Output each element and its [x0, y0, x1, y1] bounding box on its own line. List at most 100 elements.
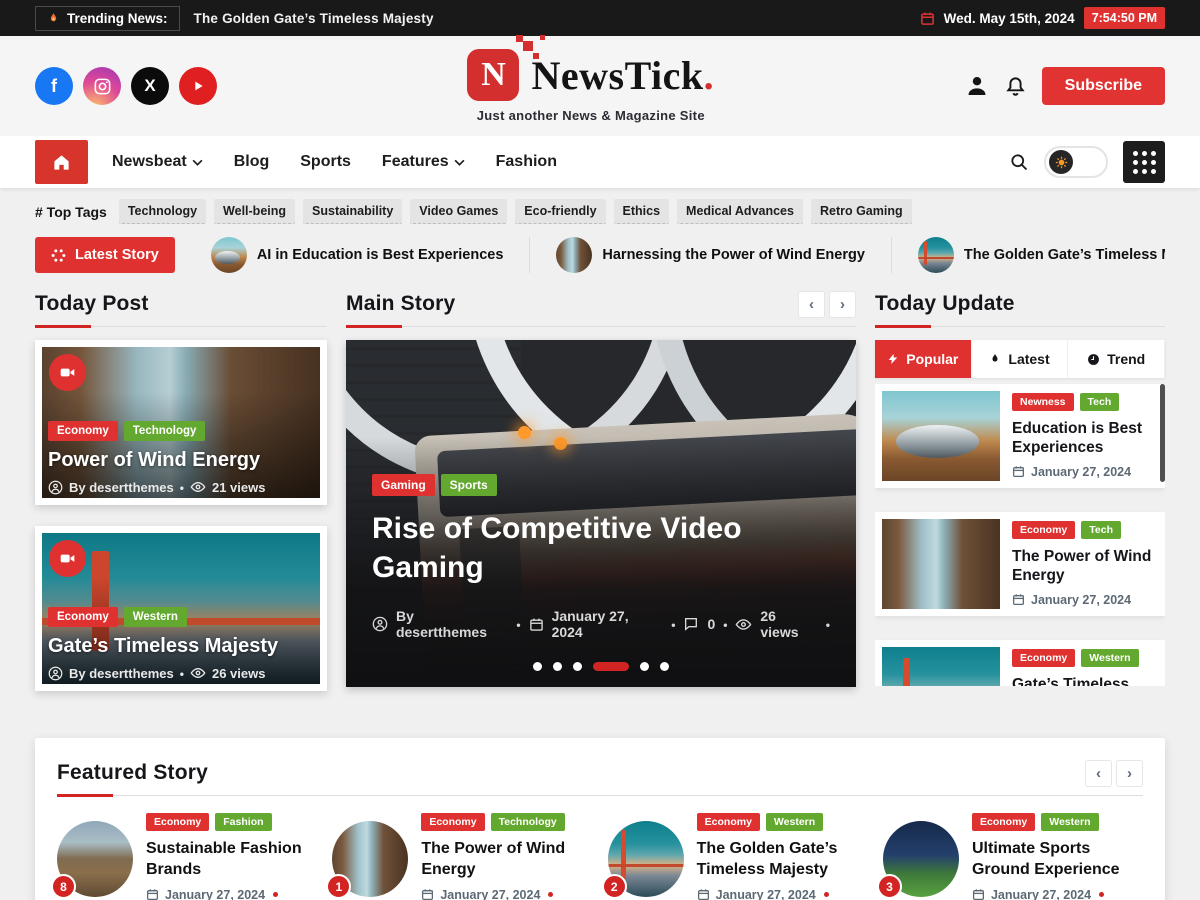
author-icon — [48, 666, 63, 681]
nav-item-blog[interactable]: Blog — [234, 153, 270, 171]
nav-item-features[interactable]: Features — [382, 153, 465, 171]
carousel-dot-active[interactable] — [593, 662, 629, 671]
nav-item-fashion[interactable]: Fashion — [496, 153, 557, 171]
category-tag[interactable]: Tech — [1080, 393, 1120, 411]
update-card-3[interactable]: Economy Western Gate’s Timeless — [875, 640, 1165, 686]
tag-chip[interactable]: Sustainability — [303, 199, 402, 224]
search-icon[interactable] — [1009, 152, 1029, 172]
category-tag[interactable]: Economy — [697, 813, 760, 831]
category-tag[interactable]: Western — [766, 813, 823, 831]
x-twitter-icon[interactable]: X — [131, 67, 169, 105]
category-tag[interactable]: Western — [1081, 649, 1138, 667]
story-thumbnail — [882, 391, 1000, 481]
featured-item-1[interactable]: 8 Economy Fashion Sustainable Fashion Br… — [57, 813, 317, 900]
featured-story-section: Featured Story 8 Economy Fashion Sustain… — [35, 738, 1165, 900]
carousel-dot[interactable] — [640, 662, 649, 671]
carousel-dot[interactable] — [660, 662, 669, 671]
category-tag[interactable]: Newness — [1012, 393, 1074, 411]
heading-underline — [35, 325, 327, 328]
category-tag[interactable]: Sports — [441, 474, 497, 496]
update-card-1[interactable]: Newness Tech Education is Best Experienc… — [875, 384, 1165, 488]
nav-item-newsbeat[interactable]: Newsbeat — [112, 153, 203, 171]
carousel-next-button[interactable] — [829, 291, 856, 318]
notification-bell-icon[interactable] — [1004, 75, 1027, 98]
carousel-dot[interactable] — [553, 662, 562, 671]
apps-grid-icon[interactable] — [1123, 141, 1165, 183]
latest-story-button[interactable]: Latest Story — [35, 237, 175, 273]
category-tag[interactable]: Tech — [1081, 521, 1121, 539]
category-tag[interactable]: Economy — [146, 813, 209, 831]
tag-chip[interactable]: Technology — [119, 199, 206, 224]
category-tag[interactable]: Western — [1041, 813, 1098, 831]
user-account-icon[interactable] — [965, 74, 989, 98]
story-title[interactable]: Gate’s Timeless — [1012, 675, 1139, 686]
tab-popular[interactable]: Popular — [875, 340, 972, 378]
featured-prev-button[interactable] — [1085, 760, 1112, 787]
featured-next-button[interactable] — [1116, 760, 1143, 787]
youtube-icon[interactable] — [179, 67, 217, 105]
topbar-clock: 7:54:50 PM — [1084, 7, 1165, 29]
views-eye-icon — [735, 616, 752, 633]
category-tag[interactable]: Technology — [491, 813, 565, 831]
category-tag[interactable]: Gaming — [372, 474, 435, 496]
facebook-icon[interactable]: f — [35, 67, 73, 105]
tag-chip[interactable]: Ethics — [614, 199, 670, 224]
story-meta: By desertthemes 21 views — [48, 479, 314, 495]
publish-date: January 27, 2024 — [165, 888, 265, 900]
category-tag[interactable]: Economy — [972, 813, 1035, 831]
trending-headline[interactable]: The Golden Gate’s Timeless Majesty — [194, 11, 434, 26]
category-tag[interactable]: Fashion — [215, 813, 271, 831]
tag-chip[interactable]: Video Games — [410, 199, 507, 224]
story-title[interactable]: Ultimate Sports Ground Experience — [972, 839, 1143, 881]
today-post-card-1[interactable]: Economy Technology Power of Wind Energy … — [35, 340, 327, 505]
story-title[interactable]: The Power of Wind Energy — [1012, 547, 1158, 586]
instagram-icon[interactable] — [83, 67, 121, 105]
nav-item-sports[interactable]: Sports — [300, 153, 351, 171]
story-title[interactable]: Sustainable Fashion Brands — [146, 839, 317, 881]
scrollbar-thumb[interactable] — [1160, 384, 1165, 482]
featured-item-4[interactable]: 3 Economy Western Ultimate Sports Ground… — [883, 813, 1143, 900]
story-title[interactable]: Gate’s Timeless Majesty — [48, 635, 314, 658]
calendar-icon — [972, 888, 985, 900]
main-story-title[interactable]: Rise of Competitive Video Gaming — [372, 509, 812, 588]
main-story-meta: By desertthemes January 27, 2024 0 26 vi… — [372, 608, 830, 640]
main-story-heading: Main Story — [346, 292, 455, 316]
update-card-2[interactable]: Economy Tech The Power of Wind Energy Ja… — [875, 512, 1165, 616]
today-post-card-2[interactable]: Economy Western Gate’s Timeless Majesty … — [35, 526, 327, 691]
tab-latest[interactable]: Latest — [972, 340, 1069, 378]
ticker-thumbnail — [211, 237, 247, 273]
featured-item-2[interactable]: 1 Economy Technology The Power of Wind E… — [332, 813, 592, 900]
publish-date-row: January 27, 2024 — [421, 888, 592, 900]
category-tag[interactable]: Economy — [421, 813, 484, 831]
main-navigation: Newsbeat Blog Sports Features Fashion — [0, 136, 1200, 188]
story-title[interactable]: Education is Best Experiences — [1012, 419, 1158, 458]
category-tag[interactable]: Western — [124, 607, 187, 627]
carousel-prev-button[interactable] — [798, 291, 825, 318]
tag-chip[interactable]: Retro Gaming — [811, 199, 912, 224]
category-tag[interactable]: Economy — [1012, 521, 1075, 539]
ticker-item[interactable]: Harnessing the Power of Wind Energy — [529, 237, 891, 273]
category-tag[interactable]: Economy — [48, 607, 118, 627]
featured-item-3[interactable]: 2 Economy Western The Golden Gate’s Time… — [608, 813, 868, 900]
main-story-card[interactable]: Gaming Sports Rise of Competitive Video … — [346, 340, 856, 687]
dark-mode-toggle[interactable] — [1044, 146, 1108, 178]
carousel-dot[interactable] — [573, 662, 582, 671]
home-button[interactable] — [35, 140, 88, 184]
category-tag[interactable]: Economy — [48, 421, 118, 441]
tag-chip[interactable]: Eco-friendly — [515, 199, 605, 224]
story-title[interactable]: The Power of Wind Energy — [421, 839, 592, 881]
site-logo[interactable]: N NewsTick. Just another News & Magazine… — [467, 49, 714, 123]
story-meta: By desertthemes 26 views — [48, 665, 314, 681]
tag-chip[interactable]: Well-being — [214, 199, 295, 224]
tag-chip[interactable]: Medical Advances — [677, 199, 803, 224]
tab-trend[interactable]: Trend — [1068, 340, 1165, 378]
ticker-item[interactable]: AI in Education is Best Experiences — [185, 237, 530, 273]
ticker-item[interactable]: The Golden Gate’s Timeless M — [891, 237, 1165, 273]
publish-date: January 27, 2024 — [552, 608, 664, 640]
story-title[interactable]: The Golden Gate’s Timeless Majesty — [697, 839, 868, 881]
story-title[interactable]: Power of Wind Energy — [48, 449, 314, 472]
carousel-dot[interactable] — [533, 662, 542, 671]
category-tag[interactable]: Economy — [1012, 649, 1075, 667]
category-tag[interactable]: Technology — [124, 421, 206, 441]
subscribe-button[interactable]: Subscribe — [1042, 67, 1165, 105]
